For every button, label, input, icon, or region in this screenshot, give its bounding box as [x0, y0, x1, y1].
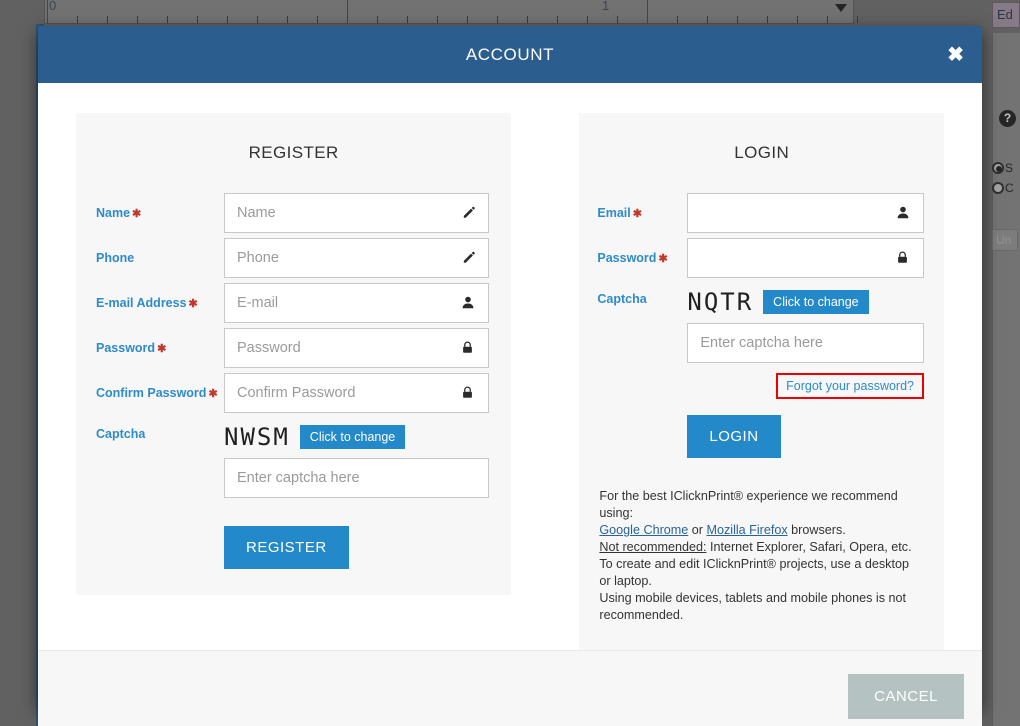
login-panel: LOGIN Email ✱ Password ✱ Captcha NQTR Cl…	[579, 113, 944, 650]
modal-header: ACCOUNT ✖	[38, 26, 982, 83]
login-button[interactable]: LOGIN	[687, 415, 781, 458]
cancel-button[interactable]: CANCEL	[848, 674, 964, 719]
not-recommended-tail: Internet Explorer, Safari, Opera, etc.	[706, 540, 912, 554]
register-captcha-row: NWSM Click to change	[224, 423, 489, 451]
register-panel: REGISTER Name ✱ Name Phone Phone E-mail …	[76, 113, 512, 595]
chrome-link[interactable]: Google Chrome	[599, 523, 688, 537]
required-asterisk: ✱	[132, 208, 142, 220]
confirm-password-input[interactable]: Confirm Password	[224, 373, 490, 413]
browser-recommendation-text: For the best IClicknPrint® experience we…	[579, 458, 944, 624]
info-line-2: Google Chrome or Mozilla Firefox browser…	[599, 522, 922, 539]
person-icon	[896, 206, 911, 221]
required-asterisk: ✱	[208, 388, 218, 400]
label-password: Password ✱	[96, 341, 167, 355]
info-or: or	[688, 523, 707, 537]
login-email-input[interactable]	[687, 193, 924, 233]
password-input-placeholder: Password	[237, 340, 301, 356]
info-line-1: For the best IClicknPrint® experience we…	[599, 489, 898, 520]
info-line-3: Not recommended: Internet Explorer, Safa…	[599, 539, 922, 556]
register-captcha-input[interactable]: Enter captcha here	[224, 458, 490, 498]
info-browsers-tail: browsers.	[787, 523, 846, 537]
forgot-password-wrap: Forgot your password?	[579, 373, 944, 399]
required-asterisk: ✱	[157, 343, 167, 355]
label-captcha: Captcha	[96, 427, 146, 441]
login-captcha-input[interactable]: Enter captcha here	[687, 323, 924, 363]
field-row-password: Password ✱ Password	[76, 328, 511, 368]
required-asterisk: ✱	[632, 208, 642, 220]
account-modal: ACCOUNT ✖ REGISTER Name ✱ Name Phone Pho…	[38, 26, 982, 726]
info-line-4: To create and edit IClicknPrint® project…	[599, 557, 909, 588]
modal-footer: CANCEL	[38, 650, 982, 726]
phone-input[interactable]: Phone	[224, 238, 490, 278]
field-row-email: E-mail Address ✱ E-mail	[76, 283, 511, 323]
label-email: E-mail Address ✱	[96, 296, 198, 310]
close-icon[interactable]: ✖	[947, 45, 964, 65]
label-login-captcha: Captcha	[597, 292, 647, 306]
forgot-password-link[interactable]: Forgot your password?	[776, 373, 924, 399]
lock-icon	[461, 386, 476, 401]
password-input[interactable]: Password	[224, 328, 490, 368]
modal-title: ACCOUNT	[465, 45, 555, 64]
required-asterisk: ✱	[658, 253, 668, 265]
register-button[interactable]: REGISTER	[224, 526, 349, 569]
info-line-5: Using mobile devices, tablets and mobile…	[599, 591, 906, 622]
pencil-icon	[461, 251, 476, 266]
label-login-password: Password ✱	[597, 251, 668, 265]
label-phone: Phone	[96, 251, 135, 265]
login-submit-wrap: LOGIN	[579, 415, 944, 458]
field-row-phone: Phone Phone	[76, 238, 511, 278]
lock-icon	[896, 251, 911, 266]
modal-body: REGISTER Name ✱ Name Phone Phone E-mail …	[38, 83, 982, 650]
register-title: REGISTER	[248, 143, 339, 162]
label-name: Name ✱	[96, 206, 142, 220]
register-captcha-code: NWSM	[224, 425, 294, 449]
firefox-link[interactable]: Mozilla Firefox	[706, 523, 787, 537]
field-row-confirm-password: Confirm Password ✱ Confirm Password	[76, 373, 511, 413]
field-row-name: Name ✱ Name	[76, 193, 511, 233]
confirm-password-input-placeholder: Confirm Password	[237, 385, 356, 401]
login-title: LOGIN	[734, 143, 790, 162]
name-input[interactable]: Name	[224, 193, 490, 233]
register-submit-wrap: REGISTER	[76, 526, 511, 569]
name-input-placeholder: Name	[237, 205, 276, 221]
person-icon	[461, 296, 476, 311]
field-row-captcha: Captcha NWSM Click to change Enter captc…	[76, 423, 511, 498]
required-asterisk: ✱	[188, 298, 198, 310]
field-row-login-captcha: Captcha NQTR Click to change Enter captc…	[579, 288, 944, 363]
field-row-login-password: Password ✱	[579, 238, 944, 278]
pencil-icon	[461, 206, 476, 221]
register-captcha-input-placeholder: Enter captcha here	[237, 470, 360, 486]
email-input-placeholder: E-mail	[237, 295, 279, 311]
label-confirm-password: Confirm Password ✱	[96, 386, 218, 400]
login-captcha-input-placeholder: Enter captcha here	[700, 335, 823, 351]
phone-input-placeholder: Phone	[237, 250, 279, 266]
lock-icon	[461, 341, 476, 356]
login-captcha-row: NQTR Click to change	[687, 288, 924, 316]
not-recommended-label: Not recommended:	[599, 540, 707, 554]
email-input[interactable]: E-mail	[224, 283, 490, 323]
register-captcha-change-button[interactable]: Click to change	[299, 425, 406, 449]
login-captcha-change-button[interactable]: Click to change	[763, 290, 869, 314]
label-login-email: Email ✱	[597, 206, 642, 220]
login-password-input[interactable]	[687, 238, 924, 278]
login-captcha-code: NQTR	[687, 290, 757, 314]
field-row-login-email: Email ✱	[579, 193, 944, 233]
